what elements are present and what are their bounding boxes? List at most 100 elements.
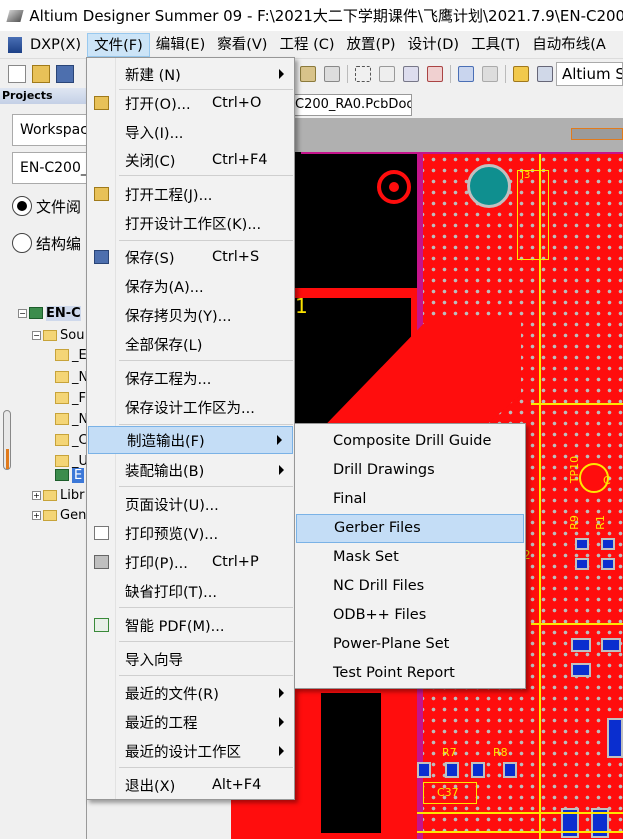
- folder-icon: [43, 489, 57, 501]
- new-document-icon[interactable]: [8, 65, 26, 83]
- fabrication-outputs-submenu: Composite Drill Guide Drill Drawings Fin…: [294, 423, 526, 689]
- tree-row-doc[interactable]: _C: [55, 429, 88, 451]
- menu-item-exit[interactable]: 退出(X) Alt+F4: [87, 771, 294, 799]
- copy-icon[interactable]: [324, 66, 340, 82]
- submenu-item-mask-set[interactable]: Mask Set: [295, 543, 525, 572]
- tree-row-libraries[interactable]: + Libr: [32, 484, 84, 506]
- menu-item-label: 打印(P)...: [125, 555, 188, 572]
- submenu-arrow-icon: [279, 688, 284, 698]
- menu-item-save-all[interactable]: 全部保存(L): [87, 330, 294, 358]
- menu-item-open[interactable]: 打开(O)... Ctrl+O: [87, 89, 294, 117]
- smd-pad: [417, 762, 431, 778]
- menu-item-assembly-outputs[interactable]: 装配输出(B): [87, 456, 294, 484]
- submenu-item-power-plane-set[interactable]: Power-Plane Set: [295, 630, 525, 659]
- submenu-item-composite-drill-guide[interactable]: Composite Drill Guide: [295, 427, 525, 456]
- label-j3: J3: [521, 170, 531, 181]
- menu-item-save-as[interactable]: 保存为(A)...: [87, 272, 294, 300]
- save-icon: [94, 250, 109, 264]
- print-preview-icon: [94, 526, 109, 540]
- menu-item-save-workspace-as[interactable]: 保存设计工作区为...: [87, 393, 294, 421]
- highlight-pen-icon[interactable]: [513, 66, 529, 82]
- menu-item-fabrication-outputs[interactable]: 制造输出(F): [88, 426, 293, 454]
- open-folder-icon[interactable]: [32, 65, 50, 83]
- menu-item-save[interactable]: 保存(S) Ctrl+S: [87, 243, 294, 271]
- submenu-item-gerber-files[interactable]: Gerber Files: [296, 514, 524, 543]
- submenu-item-test-point-report[interactable]: Test Point Report: [295, 659, 525, 688]
- schematic-doc-icon: [55, 392, 69, 404]
- menu-project[interactable]: 工程 (C): [273, 33, 340, 57]
- menu-item-new[interactable]: 新建 (N): [87, 60, 294, 88]
- submenu-item-final[interactable]: Final: [295, 485, 525, 514]
- move-icon[interactable]: [379, 66, 395, 82]
- menu-edit[interactable]: 编辑(E): [150, 33, 211, 57]
- tab-pcb-document[interactable]: C200_RA0.PcbDoc: [286, 94, 412, 116]
- menu-item-label: 保存工程为...: [125, 371, 212, 388]
- tree-row-doc[interactable]: _E: [55, 344, 87, 366]
- menu-file[interactable]: 文件(F): [87, 32, 150, 57]
- menu-item-label: 最近的设计工作区: [125, 744, 241, 761]
- menu-item-open-project[interactable]: 打开工程(J)...: [87, 180, 294, 208]
- label-r7: R7: [442, 746, 457, 759]
- menu-item-recent-projects[interactable]: 最近的工程: [87, 708, 294, 736]
- menu-item-recent-files[interactable]: 最近的文件(R): [87, 679, 294, 707]
- menu-item-default-print[interactable]: 缺省打印(T)...: [87, 577, 294, 605]
- toolbar-separator: [505, 65, 506, 83]
- menu-item-recent-workspaces[interactable]: 最近的设计工作区: [87, 737, 294, 765]
- deselect-icon[interactable]: [427, 66, 443, 82]
- panel-scroll-handle[interactable]: [3, 410, 11, 470]
- menu-item-import-wizard[interactable]: 导入向导: [87, 645, 294, 673]
- submenu-item-odb-files[interactable]: ODB++ Files: [295, 601, 525, 630]
- submenu-item-drill-drawings[interactable]: Drill Drawings: [295, 456, 525, 485]
- select-area-icon[interactable]: [355, 66, 371, 82]
- collapse-toggle-icon[interactable]: −: [18, 308, 27, 318]
- schematic-doc-icon: [55, 349, 69, 361]
- tree-row-doc[interactable]: _N: [55, 366, 88, 388]
- cross-select-icon[interactable]: [403, 66, 419, 82]
- menu-item-print[interactable]: 打印(P)... Ctrl+P: [87, 548, 294, 576]
- menu-item-close[interactable]: 关闭(C) Ctrl+F4: [87, 146, 294, 174]
- tree-row-project-root[interactable]: − EN-C: [18, 302, 81, 324]
- menu-place[interactable]: 放置(P): [341, 33, 402, 57]
- menu-item-import[interactable]: 导入(I)...: [87, 118, 294, 146]
- tree-row-doc[interactable]: _F: [55, 387, 86, 409]
- tree-row-pcb-doc[interactable]: E: [55, 464, 85, 486]
- tree-row-source[interactable]: − Sou: [32, 324, 84, 346]
- menu-item-smart-pdf[interactable]: 智能 PDF(M)...: [87, 611, 294, 639]
- smd-pad: [503, 762, 517, 778]
- menu-item-label: 缺省打印(T)...: [125, 584, 217, 601]
- menu-tools[interactable]: 工具(T): [465, 33, 526, 57]
- menu-item-label: 打开(O)...: [125, 96, 191, 113]
- menu-item-shortcut: Alt+F4: [212, 777, 262, 793]
- file-view-label: 文件阅: [36, 197, 82, 216]
- inspect-icon[interactable]: [537, 66, 553, 82]
- submenu-item-nc-drill-files[interactable]: NC Drill Files: [295, 572, 525, 601]
- menu-item-open-workspace[interactable]: 打开设计工作区(K)...: [87, 209, 294, 237]
- undo-icon[interactable]: [458, 66, 474, 82]
- collapse-toggle-icon[interactable]: −: [32, 330, 41, 340]
- menu-item-print-preview[interactable]: 打印预览(V)...: [87, 519, 294, 547]
- schematic-doc-icon: [55, 371, 69, 383]
- menu-item-save-copy-as[interactable]: 保存拷贝为(Y)...: [87, 301, 294, 329]
- submenu-item-label: Final: [333, 491, 367, 507]
- menu-design[interactable]: 设计(D): [402, 33, 465, 57]
- menu-autoroute[interactable]: 自动布线(A: [526, 33, 612, 57]
- menu-dxp[interactable]: DXP(X): [24, 33, 87, 57]
- smd-pad: [607, 718, 623, 758]
- altium-app-icon: [6, 7, 23, 25]
- menu-view[interactable]: 察看(V): [211, 33, 273, 57]
- expand-toggle-icon[interactable]: +: [32, 510, 41, 520]
- pdf-icon: [94, 618, 109, 632]
- menu-item-page-setup[interactable]: 页面设计(U)...: [87, 490, 294, 518]
- tree-row-generated[interactable]: + Gen: [32, 504, 86, 526]
- expand-toggle-icon[interactable]: +: [32, 490, 41, 500]
- tree-row-doc[interactable]: _N: [55, 408, 88, 430]
- save-icon[interactable]: [56, 65, 74, 83]
- menu-item-save-project-as[interactable]: 保存工程为...: [87, 364, 294, 392]
- redo-icon[interactable]: [482, 66, 498, 82]
- structure-view-label: 结构编: [36, 234, 82, 253]
- paste-icon[interactable]: [300, 66, 316, 82]
- tree-label-libraries: Libr: [60, 487, 85, 503]
- menu-item-label: 页面设计(U)...: [125, 497, 219, 514]
- menu-item-shortcut: Ctrl+O: [212, 95, 262, 111]
- altium-standard-dropdown[interactable]: Altium S: [556, 62, 623, 86]
